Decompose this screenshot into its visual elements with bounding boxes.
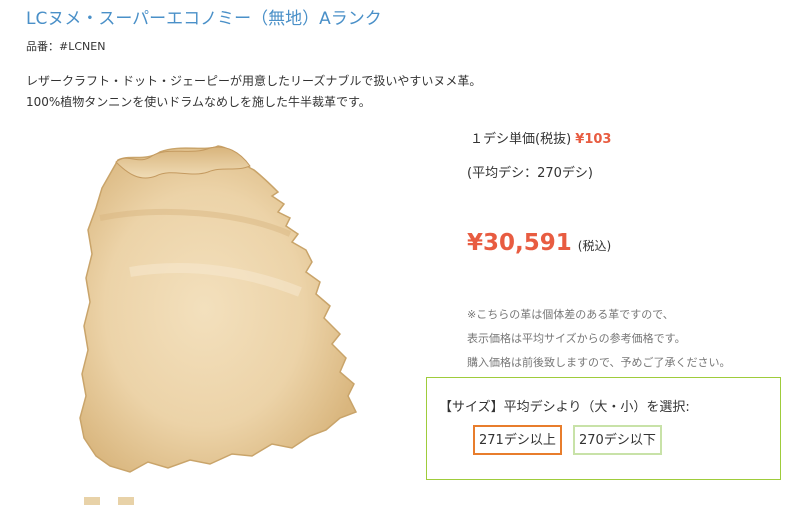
product-title: LCヌメ・スーパーエコノミー（無地）Aランク bbox=[26, 9, 382, 29]
leather-hide-image bbox=[79, 145, 358, 473]
size-option-large[interactable]: 271デシ以上 bbox=[473, 425, 562, 455]
product-description: レザークラフト・ドット・ジェーピーが用意したリーズナブルで扱いやすいヌメ革。 1… bbox=[26, 71, 481, 113]
price-notes: ※こちらの革は個体差のある革ですので、 表示価格は平均サイズからの参考価格です。… bbox=[467, 303, 731, 375]
product-sku: 品番：#LCNEN bbox=[26, 40, 106, 53]
description-line-1: レザークラフト・ドット・ジェーピーが用意したリーズナブルで扱いやすいヌメ革。 bbox=[26, 74, 482, 88]
size-option-small[interactable]: 270デシ以下 bbox=[573, 425, 662, 455]
unit-price-row: １デシ単価(税抜) ¥103 bbox=[470, 128, 611, 147]
unit-price-label: １デシ単価(税抜) bbox=[470, 132, 572, 147]
price-note-2: 表示価格は平均サイズからの参考価格です。 bbox=[467, 332, 686, 345]
total-price-value: ¥30,591 bbox=[467, 230, 572, 256]
thumbnail-strip bbox=[84, 490, 152, 505]
thumbnail-1[interactable] bbox=[84, 497, 100, 505]
price-note-1: ※こちらの革は個体差のある革ですので、 bbox=[467, 308, 674, 321]
unit-price-value: ¥103 bbox=[575, 132, 612, 147]
hide-shape bbox=[79, 145, 358, 473]
total-price-row: ¥30,591 (税込) bbox=[467, 230, 611, 256]
description-line-2: 100%植物タンニンを使いドラムなめしを施した牛半裁革です。 bbox=[26, 95, 371, 109]
product-image[interactable] bbox=[40, 122, 396, 482]
price-note-3: 購入価格は前後致しますので、予めご了承ください。 bbox=[467, 356, 731, 369]
thumbnail-2[interactable] bbox=[118, 497, 134, 505]
size-selector: 【サイズ】平均デシより（大・小）を選択: 271デシ以上 270デシ以下 bbox=[426, 377, 781, 480]
average-size: (平均デシ：270デシ) bbox=[467, 166, 593, 181]
tax-note: (税込) bbox=[577, 239, 612, 253]
size-selector-label: 【サイズ】平均デシより（大・小）を選択: bbox=[439, 400, 690, 415]
